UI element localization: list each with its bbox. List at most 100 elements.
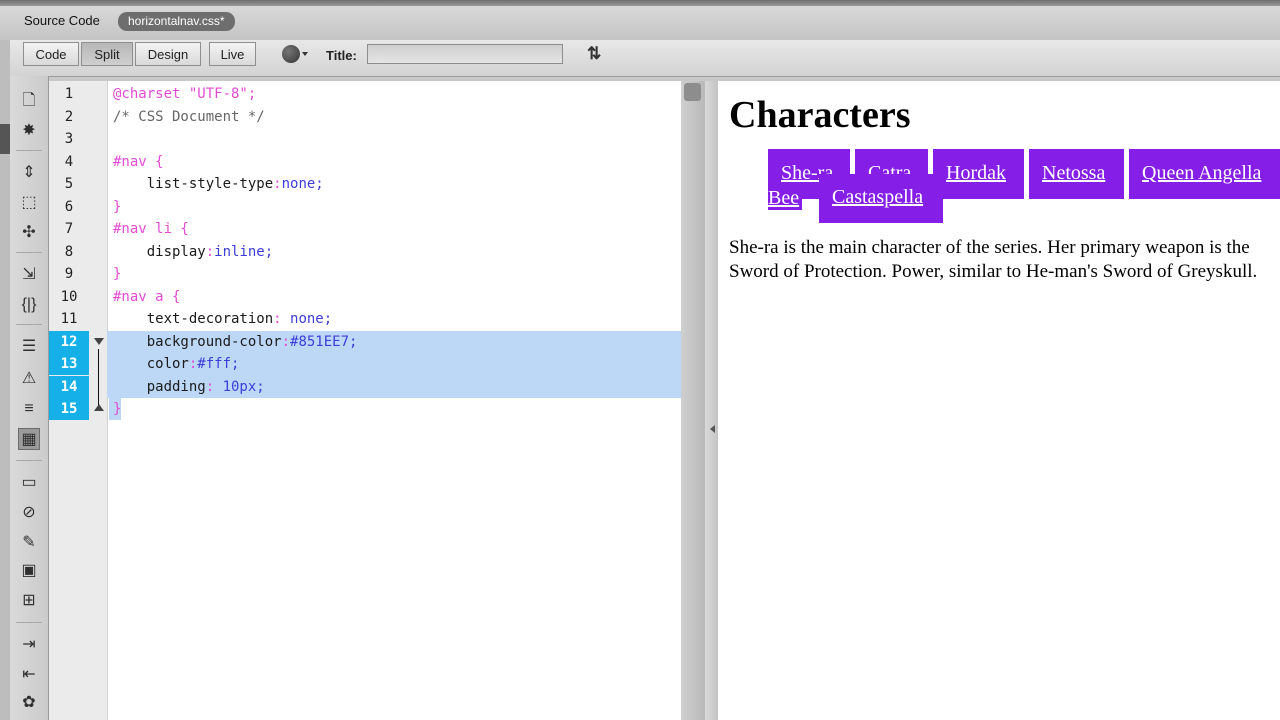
line-number[interactable]: 7 (49, 218, 89, 240)
code-line[interactable]: list-style-type:none; (113, 173, 324, 195)
code-token: : (205, 243, 215, 260)
code-token: #nav a { (113, 288, 181, 305)
code-token: #fff; (197, 356, 240, 372)
line-number[interactable]: 4 (49, 151, 89, 173)
split-view-button[interactable]: Split (81, 42, 133, 66)
split-divider[interactable] (705, 81, 718, 720)
code-token: : (273, 176, 282, 192)
word-wrap-icon[interactable]: ≡ (18, 398, 40, 420)
expand-all-icon[interactable]: ✣ (18, 222, 40, 244)
format-source-code-icon[interactable]: ✿ (18, 692, 40, 714)
line-number[interactable]: 2 (49, 106, 89, 128)
select-parent-tag-icon[interactable]: ⇲ (18, 264, 40, 286)
preview-in-browser-icon[interactable] (282, 45, 300, 63)
nav-link-netossa[interactable]: Netossa (1029, 149, 1124, 199)
code-token: display (113, 243, 206, 260)
design-view[interactable]: Characters She-ra Catra Hordak Netossa Q… (718, 81, 1280, 720)
chevron-left-icon[interactable] (710, 425, 715, 433)
highlight-invalid-code-icon[interactable]: ⚠ (18, 368, 40, 390)
description-paragraph: She-ra is the main character of the seri… (729, 237, 1258, 282)
line-number[interactable]: 13 (49, 353, 89, 375)
indent-code-icon[interactable]: ⇥ (18, 634, 40, 656)
related-file-tab[interactable]: horizontalnav.css* (118, 12, 235, 31)
title-label: Title: (326, 48, 357, 63)
nav-link-castaspella[interactable]: Castaspella (819, 174, 943, 223)
code-token: #nav li { (113, 221, 189, 237)
design-view-button[interactable]: Design (135, 42, 201, 66)
coding-toolbar: 🗋 ✸ ⇕ ⬚ ✣ ⇲ {|} ☰ ⚠ ≡ ▦ ▭ ⊘ ✎ ▣ ⊞ ⇥ ⇤ ✿ (10, 76, 49, 720)
chevron-down-icon[interactable] (302, 52, 308, 56)
code-line[interactable]: #nav li { (113, 218, 189, 240)
outdent-code-icon[interactable]: ⇤ (18, 664, 40, 686)
line-number-gutter: 1 2 3 4 5 6 7 8 9 10 11 12 13 14 15 (49, 81, 108, 720)
code-line[interactable]: text-decoration: none; (113, 308, 332, 330)
nav-link-queen-angella[interactable]: Queen Angella (1129, 149, 1280, 199)
code-token: none; (290, 311, 333, 327)
fold-end-icon[interactable] (94, 404, 104, 411)
line-number[interactable]: 12 (49, 330, 89, 353)
balance-braces-icon[interactable]: {|} (18, 294, 40, 316)
remove-comment-icon[interactable]: ⊘ (18, 502, 40, 524)
line-number[interactable]: 15 (49, 398, 89, 420)
wrap-tag-icon[interactable]: ✎ (18, 532, 40, 554)
code-token: : (281, 333, 291, 350)
line-number[interactable]: 8 (49, 241, 89, 263)
file-management-icon[interactable]: ⇅ (587, 44, 601, 64)
code-token: none; (281, 176, 324, 192)
code-token: #851EE7; (290, 333, 358, 350)
line-number[interactable]: 5 (49, 173, 89, 195)
code-token: color (113, 356, 189, 372)
code-line[interactable]: #nav { (113, 151, 164, 173)
code-line[interactable]: @charset "UTF-8"; (113, 83, 256, 105)
code-token: } (113, 266, 122, 282)
scrollbar-thumb[interactable] (684, 83, 701, 101)
line-number[interactable]: 1 (49, 83, 89, 105)
line-number[interactable]: 11 (49, 308, 89, 330)
code-line[interactable]: color:#fff; (113, 353, 240, 375)
code-token: background-color (113, 333, 282, 350)
live-view-button[interactable]: Live (209, 42, 256, 66)
fold-range-line (98, 349, 99, 407)
open-document-icon[interactable]: 🗋 (18, 90, 40, 112)
line-numbers-icon[interactable]: ☰ (18, 336, 40, 358)
code-editor[interactable]: 1 2 3 4 5 6 7 8 9 10 11 12 13 14 15 @charset "UTF-8"; /… (49, 81, 681, 720)
code-token: } (113, 198, 122, 215)
code-line[interactable]: } (113, 196, 121, 218)
code-line[interactable]: /* CSS Document */ (113, 106, 265, 128)
code-scrollbar[interactable] (681, 81, 705, 720)
apply-comment-icon[interactable]: ▭ (18, 472, 40, 494)
code-token: : (205, 378, 223, 395)
line-number[interactable]: 9 (49, 263, 89, 285)
source-code-tab[interactable]: Source Code (24, 13, 100, 28)
recent-snippets-icon[interactable]: ▣ (18, 560, 40, 582)
line-number[interactable]: 3 (49, 128, 89, 150)
code-line[interactable]: } (113, 398, 121, 420)
code-line[interactable]: padding: 10px; (113, 376, 265, 398)
code-token: list-style-type (113, 176, 274, 192)
syntax-coloring-icon[interactable]: ▦ (18, 428, 40, 450)
fold-start-icon[interactable] (94, 338, 104, 345)
asset-icon[interactable]: ✸ (18, 120, 40, 142)
code-token: text-decoration (113, 311, 274, 327)
nav-wrap-fragment[interactable]: Bee (768, 186, 802, 210)
window-left-edge (0, 40, 10, 720)
page-heading: Characters (729, 94, 911, 136)
code-line[interactable]: #nav a { (113, 286, 180, 308)
code-token: /* CSS Document */ (113, 108, 265, 125)
collapse-full-tag-icon[interactable]: ⇕ (18, 162, 40, 184)
document-title-input[interactable] (367, 44, 563, 64)
move-css-icon[interactable]: ⊞ (18, 590, 40, 612)
document-toolbar: Code Split Design Live Title: ⇅ (10, 40, 1280, 77)
code-line[interactable]: } (113, 263, 121, 285)
code-line[interactable]: background-color:#851EE7; (113, 331, 358, 353)
line-number[interactable]: 6 (49, 196, 89, 218)
collapse-selection-icon[interactable]: ⬚ (18, 192, 40, 214)
code-token: : (273, 311, 291, 327)
code-view-button[interactable]: Code (23, 42, 79, 66)
code-line[interactable]: display:inline; (113, 241, 273, 263)
line-number[interactable]: 14 (49, 375, 89, 398)
nav-link-hordak[interactable]: Hordak (933, 149, 1024, 199)
line-number[interactable]: 10 (49, 286, 89, 308)
code-token: 10px; (222, 378, 265, 395)
window-edge-shadow (0, 124, 10, 154)
